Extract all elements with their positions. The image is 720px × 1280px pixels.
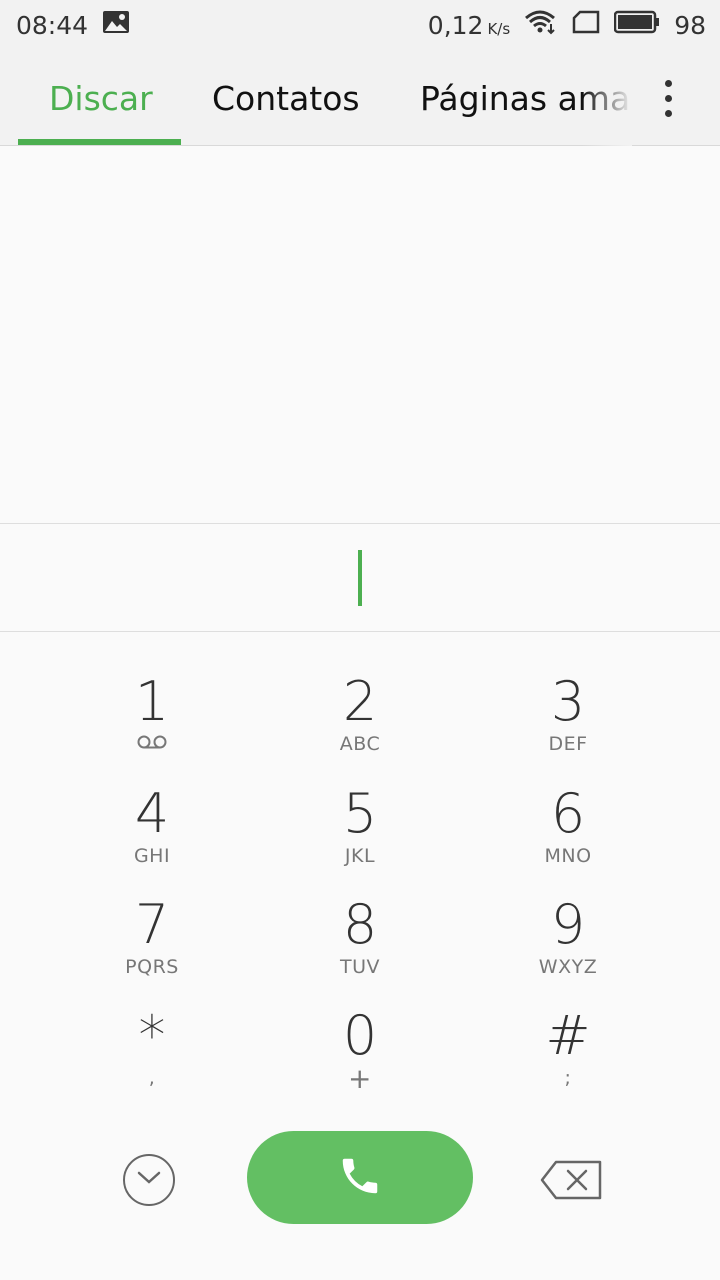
network-speed: 0,12 K/s [428, 11, 510, 40]
voicemail-icon [136, 732, 168, 756]
key-digit: 9 [550, 893, 586, 956]
tab-paginas-amarelas[interactable]: Páginas ama [420, 50, 632, 146]
phone-icon [337, 1153, 383, 1203]
key-digit: 2 [342, 670, 378, 733]
key-digit: * [138, 1004, 166, 1067]
more-options-icon[interactable] [650, 50, 686, 146]
key-letters: MNO [544, 845, 592, 867]
backspace-icon [538, 1160, 604, 1206]
network-speed-value: 0,12 [427, 10, 484, 40]
key-letters: JKL [344, 845, 376, 867]
active-tab-indicator [18, 139, 181, 145]
key-digit: 6 [550, 782, 586, 845]
status-time: 08:44 [16, 10, 89, 40]
key-3[interactable]: 3 DEF [468, 672, 668, 776]
chevron-down-icon [136, 1170, 162, 1190]
backspace-button[interactable] [538, 1158, 604, 1202]
key-4[interactable]: 4 GHI [52, 784, 252, 888]
battery-level: 98 [674, 10, 706, 40]
key-digit: 4 [134, 782, 170, 845]
key-digit: 5 [342, 782, 378, 845]
text-cursor [358, 549, 362, 606]
key-digit: 1 [134, 670, 170, 733]
key-6[interactable]: 6 MNO [468, 784, 668, 888]
key-digit: 3 [550, 670, 586, 733]
key-letters: + [348, 1062, 372, 1095]
call-button[interactable] [247, 1131, 473, 1224]
key-hash[interactable]: # ; [468, 1006, 668, 1110]
key-digit: 0 [342, 1004, 378, 1067]
tab-overflow-fade [582, 50, 632, 146]
key-letters: PQRS [125, 956, 179, 978]
tab-bar: Discar Contatos Páginas ama [0, 50, 720, 146]
key-letters: , [148, 1067, 156, 1089]
key-star[interactable]: * , [52, 1006, 252, 1110]
key-2[interactable]: 2 ABC [260, 672, 460, 776]
key-letters: TUV [339, 956, 380, 978]
status-bar: 08:44 0,12 K/s 98 [0, 0, 720, 50]
key-1[interactable]: 1 [52, 672, 252, 776]
key-digit: # [545, 1004, 591, 1067]
key-7[interactable]: 7 PQRS [52, 895, 252, 999]
tab-discar[interactable]: Discar [49, 50, 153, 146]
key-8[interactable]: 8 TUV [260, 895, 460, 999]
key-letters: DEF [548, 733, 588, 755]
key-9[interactable]: 9 WXYZ [468, 895, 668, 999]
key-digit: 8 [342, 893, 378, 956]
tab-contatos[interactable]: Contatos [212, 50, 360, 146]
battery-icon [613, 10, 660, 40]
key-letters: ABC [339, 733, 381, 755]
key-letters: ; [564, 1067, 572, 1089]
key-0[interactable]: 0 + [260, 1006, 460, 1110]
key-5[interactable]: 5 JKL [260, 784, 460, 888]
wifi-icon [524, 9, 558, 41]
key-letters: GHI [133, 845, 171, 867]
image-notification-icon [102, 10, 130, 40]
key-letters: WXYZ [538, 956, 598, 978]
sim-icon [572, 10, 600, 40]
collapse-keypad-button[interactable] [123, 1154, 175, 1206]
key-digit: 7 [134, 893, 170, 956]
network-speed-unit: K/s [487, 19, 511, 38]
dial-number-field[interactable] [0, 523, 720, 632]
